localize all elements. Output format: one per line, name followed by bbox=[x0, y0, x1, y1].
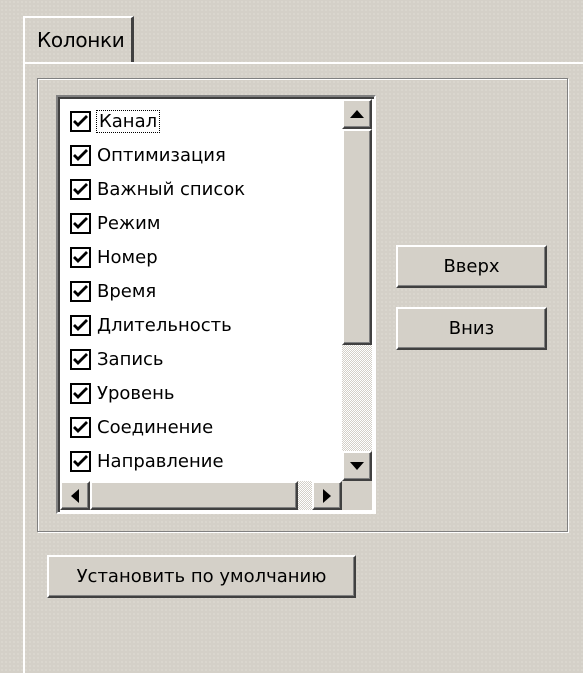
horizontal-scrollbar[interactable] bbox=[60, 481, 342, 510]
checkbox[interactable] bbox=[70, 144, 91, 166]
checkmark-icon bbox=[73, 284, 88, 297]
scroll-thumb[interactable] bbox=[342, 129, 372, 345]
scrollbar-corner bbox=[342, 481, 372, 510]
list-item-label: Соединение bbox=[97, 416, 214, 438]
checkmark-icon bbox=[73, 148, 88, 161]
list-item-connection[interactable]: Соединение bbox=[70, 411, 213, 443]
checkbox[interactable] bbox=[70, 314, 91, 336]
move-up-button[interactable]: Вверх bbox=[396, 245, 547, 288]
list-item-label: Важный список bbox=[97, 178, 246, 200]
list-item-optimization[interactable]: Оптимизация bbox=[70, 139, 226, 171]
checkmark-icon bbox=[73, 216, 88, 229]
set-defaults-label: Установить по умолчанию bbox=[76, 566, 327, 587]
list-item-label: Запись bbox=[97, 348, 164, 370]
scroll-down-button[interactable] bbox=[342, 451, 372, 481]
list-item-channel[interactable]: Канал bbox=[70, 105, 161, 137]
columns-list-client: Канал Оптимизация Важный список Режим Но… bbox=[60, 99, 342, 481]
list-item-label: Номер bbox=[97, 246, 158, 268]
checkbox[interactable] bbox=[70, 110, 91, 132]
checkmark-icon bbox=[73, 420, 88, 433]
list-item-number[interactable]: Номер bbox=[70, 241, 158, 273]
list-item-label: Оптимизация bbox=[97, 144, 226, 166]
list-item-recording[interactable]: Запись bbox=[70, 343, 164, 375]
list-item-label: Режим bbox=[97, 212, 161, 234]
checkmark-icon bbox=[73, 114, 88, 127]
move-down-label: Вниз bbox=[448, 318, 495, 339]
checkbox[interactable] bbox=[70, 348, 91, 370]
list-item-time[interactable]: Время bbox=[70, 275, 156, 307]
list-item-mode[interactable]: Режим bbox=[70, 207, 160, 239]
columns-list[interactable]: Канал Оптимизация Важный список Режим Но… bbox=[56, 95, 376, 514]
checkbox[interactable] bbox=[70, 450, 91, 472]
scroll-right-button[interactable] bbox=[312, 481, 342, 510]
checkmark-icon bbox=[73, 182, 88, 195]
list-item-duration[interactable]: Длительность bbox=[70, 309, 232, 341]
vertical-scrollbar[interactable] bbox=[342, 99, 372, 481]
checkbox[interactable] bbox=[70, 382, 91, 404]
checkbox[interactable] bbox=[70, 416, 91, 438]
list-item-label: Время bbox=[97, 280, 157, 302]
arrow-up-icon bbox=[350, 110, 364, 118]
list-item-label: Направление bbox=[97, 450, 224, 472]
checkmark-icon bbox=[73, 318, 88, 331]
checkmark-icon bbox=[73, 386, 88, 399]
move-up-label: Вверх bbox=[443, 256, 500, 277]
checkmark-icon bbox=[73, 352, 88, 365]
checkbox[interactable] bbox=[70, 246, 91, 268]
list-item-label: Канал bbox=[95, 109, 161, 133]
list-item-label: Длительность bbox=[97, 314, 232, 336]
checkbox[interactable] bbox=[70, 178, 91, 200]
scroll-up-button[interactable] bbox=[342, 99, 372, 129]
list-item-label: Уровень bbox=[97, 382, 175, 404]
checkbox[interactable] bbox=[70, 212, 91, 234]
list-item-important-list[interactable]: Важный список bbox=[70, 173, 245, 205]
scroll-left-button[interactable] bbox=[60, 481, 90, 510]
horizontal-scroll-thumb[interactable] bbox=[90, 481, 298, 510]
checkbox[interactable] bbox=[70, 280, 91, 302]
list-item-level[interactable]: Уровень bbox=[70, 377, 174, 409]
checkmark-icon bbox=[73, 454, 88, 467]
tab-columns[interactable]: Колонки bbox=[23, 16, 134, 62]
tab-columns-label: Колонки bbox=[37, 28, 125, 52]
arrow-down-icon bbox=[350, 462, 364, 470]
arrow-right-icon bbox=[323, 488, 331, 503]
move-down-button[interactable]: Вниз bbox=[396, 307, 547, 350]
checkmark-icon bbox=[73, 250, 88, 263]
list-item-direction[interactable]: Направление bbox=[70, 445, 224, 477]
set-defaults-button[interactable]: Установить по умолчанию bbox=[47, 555, 356, 598]
arrow-left-icon bbox=[71, 488, 79, 503]
dialog-panel: Колонки Канал Оптимизация Важный список … bbox=[0, 0, 583, 682]
